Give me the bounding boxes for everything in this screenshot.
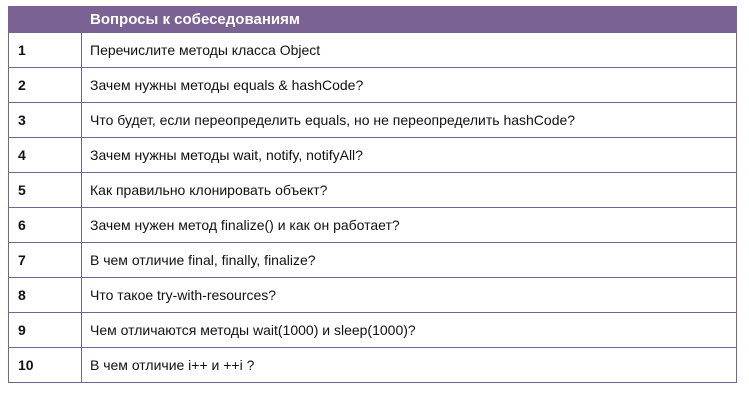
row-question: Что будет, если переопределить equals, н… (81, 102, 737, 138)
row-question: Зачем нужен метод finalize() и как он ра… (81, 207, 737, 243)
table-body: 1 Перечислите методы класса Object 2 Зач… (8, 32, 737, 383)
row-number: 8 (8, 277, 82, 313)
row-question: Зачем нужны методы equals & hashCode? (81, 67, 737, 103)
header-row: Вопросы к собеседованиям (8, 6, 737, 33)
table-row: 10 В чем отличие i++ и ++i ? (8, 347, 737, 383)
row-question: Как правильно клонировать объект? (81, 172, 737, 208)
row-question: Зачем нужны методы wait, notify, notifyA… (81, 137, 737, 173)
table-row: 5 Как правильно клонировать объект? (8, 172, 737, 208)
table-row: 7 В чем отличие final, finally, finalize… (8, 242, 737, 278)
table-row: 1 Перечислите методы класса Object (8, 32, 737, 68)
row-question: Что такое try-with-resources? (81, 277, 737, 313)
table-row: 4 Зачем нужны методы wait, notify, notif… (8, 137, 737, 173)
row-number: 7 (8, 242, 82, 278)
row-question: Перечислите методы класса Object (81, 32, 737, 68)
table-row: 8 Что такое try-with-resources? (8, 277, 737, 313)
row-question: В чем отличие final, finally, finalize? (81, 242, 737, 278)
row-number: 4 (8, 137, 82, 173)
row-number: 10 (8, 347, 82, 383)
table-row: 2 Зачем нужны методы equals & hashCode? (8, 67, 737, 103)
header-number-cell (8, 6, 82, 33)
row-number: 1 (8, 32, 82, 68)
row-number: 6 (8, 207, 82, 243)
row-number: 2 (8, 67, 82, 103)
table-row: 3 Что будет, если переопределить equals,… (8, 102, 737, 138)
row-number: 5 (8, 172, 82, 208)
row-number: 3 (8, 102, 82, 138)
table-header: Вопросы к собеседованиям (8, 6, 737, 33)
row-number: 9 (8, 312, 82, 348)
interview-questions-table: Вопросы к собеседованиям 1 Перечислите м… (8, 6, 737, 383)
row-question: В чем отличие i++ и ++i ? (81, 347, 737, 383)
table-row: 9 Чем отличаются методы wait(1000) и sle… (8, 312, 737, 348)
table-row: 6 Зачем нужен метод finalize() и как он … (8, 207, 737, 243)
header-title: Вопросы к собеседованиям (81, 6, 737, 33)
row-question: Чем отличаются методы wait(1000) и sleep… (81, 312, 737, 348)
